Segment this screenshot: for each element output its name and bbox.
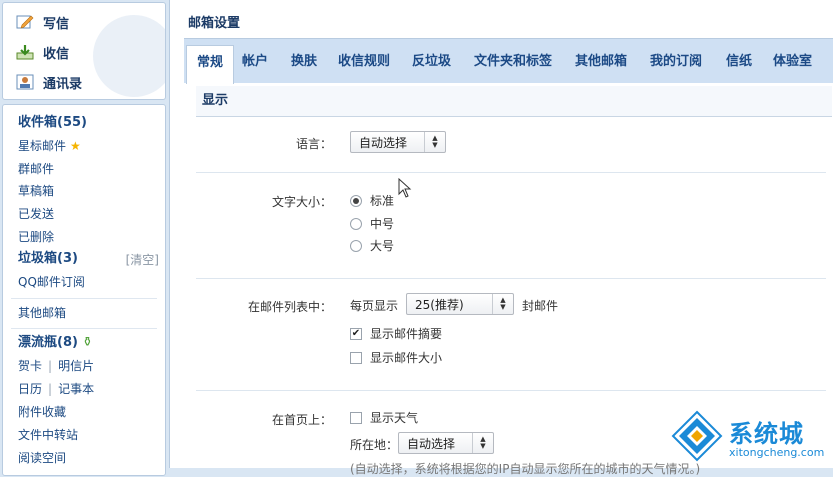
- watermark: 系统城 xitongcheng.com: [671, 408, 829, 464]
- location-select-value: 自动选择: [407, 437, 456, 451]
- folder-attachments[interactable]: 附件收藏: [18, 402, 66, 422]
- font-size-medium-label: 中号: [370, 217, 395, 231]
- checkbox-icon: [350, 351, 362, 364]
- folder-starred[interactable]: 星标邮件 ★: [18, 136, 81, 156]
- tab-account[interactable]: 帐户: [232, 47, 278, 77]
- tab-anti-spam[interactable]: 反垃圾: [402, 47, 461, 77]
- checkbox-checked-icon: ✔: [350, 327, 362, 340]
- pencil-icon: [15, 13, 35, 31]
- radio-icon: [350, 217, 362, 230]
- per-page-select-value: 25(推荐): [415, 298, 464, 312]
- mouse-cursor-icon: [398, 178, 412, 198]
- folder-notes[interactable]: 记事本: [58, 382, 94, 396]
- language-label: 语言：: [295, 137, 332, 151]
- folder-qq-subscription[interactable]: QQ邮件订阅: [18, 272, 85, 292]
- font-size-medium-radio[interactable]: 中号: [350, 215, 394, 232]
- folder-sent[interactable]: 已发送: [18, 204, 54, 224]
- show-weather-checkbox[interactable]: 显示天气: [350, 409, 418, 426]
- show-size-label: 显示邮件大小: [370, 351, 443, 365]
- tab-lab[interactable]: 体验室: [763, 47, 822, 77]
- star-icon: ★: [70, 139, 81, 153]
- section-title-display: 显示: [196, 86, 832, 117]
- folder-group[interactable]: 群邮件: [18, 159, 54, 179]
- location-select[interactable]: 自动选择 ▲ ▼: [398, 432, 494, 454]
- drift-bottle-label: 漂流瓶(8): [18, 335, 78, 350]
- xitongcheng-logo-icon: [671, 410, 723, 462]
- folder-greeting-card[interactable]: 贺卡: [18, 359, 42, 373]
- folder-list: 收件箱(55) 星标邮件 ★ 群邮件 草稿箱 已发送 已删除 垃圾箱(3) [清空…: [2, 104, 166, 476]
- per-page-prefix: 每页显示: [350, 299, 399, 313]
- quick-actions-panel: 写信 收信 通讯录: [2, 2, 166, 100]
- radio-icon: [350, 239, 362, 252]
- select-arrows-icon: ▲ ▼: [424, 132, 445, 152]
- folder-drift-bottle[interactable]: 漂流瓶(8) ⚱: [18, 333, 93, 353]
- font-size-standard-radio[interactable]: 标准: [350, 192, 394, 209]
- compose-label: 写信: [43, 16, 70, 32]
- tab-folders-labels[interactable]: 文件夹和标签: [464, 47, 562, 77]
- divider: [196, 390, 826, 391]
- tab-general[interactable]: 常规: [186, 45, 235, 84]
- separator: |: [48, 382, 53, 396]
- folder-other-mailbox[interactable]: 其他邮箱: [18, 303, 66, 323]
- tab-skin[interactable]: 换肤: [281, 47, 327, 77]
- language-select[interactable]: 自动选择 ▲ ▼: [350, 131, 446, 153]
- divider: [196, 278, 826, 279]
- receive-button[interactable]: 收信: [15, 41, 69, 63]
- qq-penguin-decoration: [93, 15, 165, 97]
- folder-inbox[interactable]: 收件箱(55): [18, 113, 87, 133]
- settings-tabs: 常规 帐户 换肤 收信规则 反垃圾 文件夹和标签 其他邮箱 我的订阅 信纸 体验…: [184, 38, 833, 84]
- show-weather-label: 显示天气: [370, 411, 419, 425]
- compose-button[interactable]: 写信: [15, 11, 69, 33]
- bottle-icon: ⚱: [81, 335, 93, 350]
- show-summary-label: 显示邮件摘要: [370, 327, 443, 341]
- folder-starred-label: 星标邮件: [18, 139, 67, 153]
- folder-spam[interactable]: 垃圾箱(3): [18, 249, 78, 269]
- folder-deleted[interactable]: 已删除: [18, 227, 54, 247]
- folder-calendar[interactable]: 日历: [18, 382, 42, 396]
- select-arrows-icon: ▲ ▼: [472, 433, 493, 453]
- settings-panel: 邮箱设置 常规 帐户 换肤 收信规则 反垃圾 文件夹和标签 其他邮箱 我的订阅 …: [169, 0, 833, 476]
- tab-my-subscriptions[interactable]: 我的订阅: [640, 47, 712, 77]
- per-page-select[interactable]: 25(推荐) ▲ ▼: [406, 293, 514, 315]
- select-arrows-icon: ▲ ▼: [492, 294, 513, 314]
- download-icon: [15, 43, 35, 61]
- location-label: 所在地：: [350, 438, 399, 452]
- watermark-url: xitongcheng.com: [729, 446, 825, 459]
- tab-stationery[interactable]: 信纸: [716, 47, 762, 77]
- language-select-value: 自动选择: [359, 136, 408, 150]
- homepage-label: 在首页上：: [271, 413, 332, 427]
- folder-divider: [11, 298, 157, 299]
- contacts-label: 通讯录: [43, 76, 83, 92]
- separator: |: [48, 359, 53, 373]
- divider: [196, 172, 826, 173]
- watermark-text: 系统城: [729, 420, 804, 448]
- location-note: (自动选择，系统将根据您的IP自动显示您所在的城市的天气情况。): [350, 462, 701, 476]
- font-size-standard-label: 标准: [370, 194, 395, 208]
- font-size-large-label: 大号: [370, 239, 395, 253]
- tab-receive-rules[interactable]: 收信规则: [328, 47, 400, 77]
- page-title: 邮箱设置: [188, 16, 241, 31]
- font-size-label: 文字大小：: [271, 195, 332, 209]
- checkbox-icon: [350, 411, 362, 424]
- folder-reading-space[interactable]: 阅读空间: [18, 448, 66, 468]
- folder-file-transfer[interactable]: 文件中转站: [18, 425, 78, 445]
- contacts-button[interactable]: 通讯录: [15, 71, 82, 93]
- tab-other-mailbox[interactable]: 其他邮箱: [565, 47, 637, 77]
- show-summary-checkbox[interactable]: ✔ 显示邮件摘要: [350, 325, 442, 342]
- folder-postcard[interactable]: 明信片: [58, 359, 94, 373]
- radio-selected-icon: [350, 194, 362, 207]
- sidebar: 写信 收信 通讯录 收件箱(55) 星标邮件 ★ 群邮件 草稿箱 已发送 已删除 …: [0, 0, 167, 476]
- mail-list-label: 在邮件列表中：: [247, 300, 332, 314]
- folder-divider: [11, 328, 157, 329]
- folder-cards-row: 贺卡 | 明信片: [18, 356, 94, 376]
- receive-label: 收信: [43, 46, 70, 62]
- show-size-checkbox[interactable]: 显示邮件大小: [350, 349, 442, 366]
- font-size-large-radio[interactable]: 大号: [350, 237, 394, 254]
- per-page-suffix: 封邮件: [522, 299, 559, 313]
- clear-spam-link[interactable]: [清空]: [126, 251, 159, 268]
- folder-calendar-row: 日历 | 记事本: [18, 379, 94, 399]
- contacts-icon: [15, 73, 35, 91]
- folder-drafts[interactable]: 草稿箱: [18, 181, 54, 201]
